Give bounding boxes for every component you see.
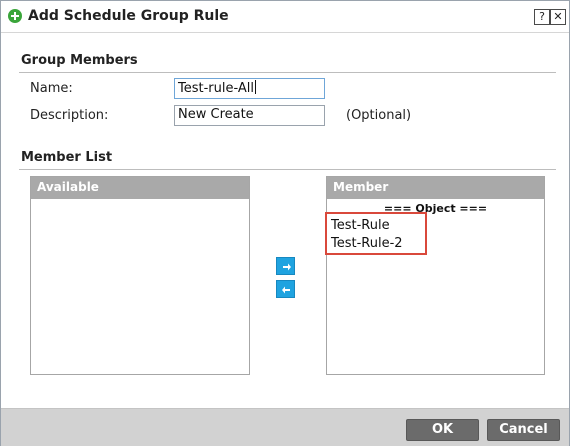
- name-input-value: Test-rule-All: [178, 81, 255, 96]
- arrow-left-icon: [282, 286, 290, 294]
- add-schedule-group-rule-dialog: Add Schedule Group Rule ? ✕ Group Member…: [0, 0, 570, 446]
- member-list-header: Member: [327, 177, 544, 199]
- add-icon: [8, 9, 22, 23]
- help-button[interactable]: ?: [534, 9, 550, 25]
- dialog-footer: OK Cancel: [1, 408, 569, 446]
- name-input[interactable]: Test-rule-All: [174, 78, 325, 99]
- group-members-section-title: Group Members: [21, 53, 138, 68]
- member-list-section-title: Member List: [21, 150, 113, 165]
- name-label: Name:: [30, 81, 73, 96]
- description-input[interactable]: New Create: [174, 105, 325, 126]
- ok-button[interactable]: OK: [406, 419, 479, 441]
- description-input-value: New Create: [178, 107, 254, 122]
- close-button[interactable]: ✕: [550, 9, 566, 25]
- add-member-button[interactable]: [276, 257, 295, 275]
- highlight-box: [325, 212, 427, 255]
- remove-member-button[interactable]: [276, 280, 295, 298]
- text-caret: [255, 80, 257, 94]
- member-list-divider: [19, 169, 556, 170]
- description-label: Description:: [30, 108, 109, 123]
- available-list[interactable]: Available: [30, 176, 250, 375]
- arrow-right-icon: [283, 263, 291, 271]
- group-members-divider: [19, 72, 556, 73]
- cancel-button[interactable]: Cancel: [487, 419, 560, 441]
- dialog-title: Add Schedule Group Rule: [28, 8, 229, 24]
- optional-note: (Optional): [346, 108, 412, 123]
- dialog-titlebar: Add Schedule Group Rule ? ✕: [1, 1, 569, 33]
- available-list-header: Available: [31, 177, 249, 199]
- member-list[interactable]: Member === Object === Test-Rule Test-Rul…: [326, 176, 545, 375]
